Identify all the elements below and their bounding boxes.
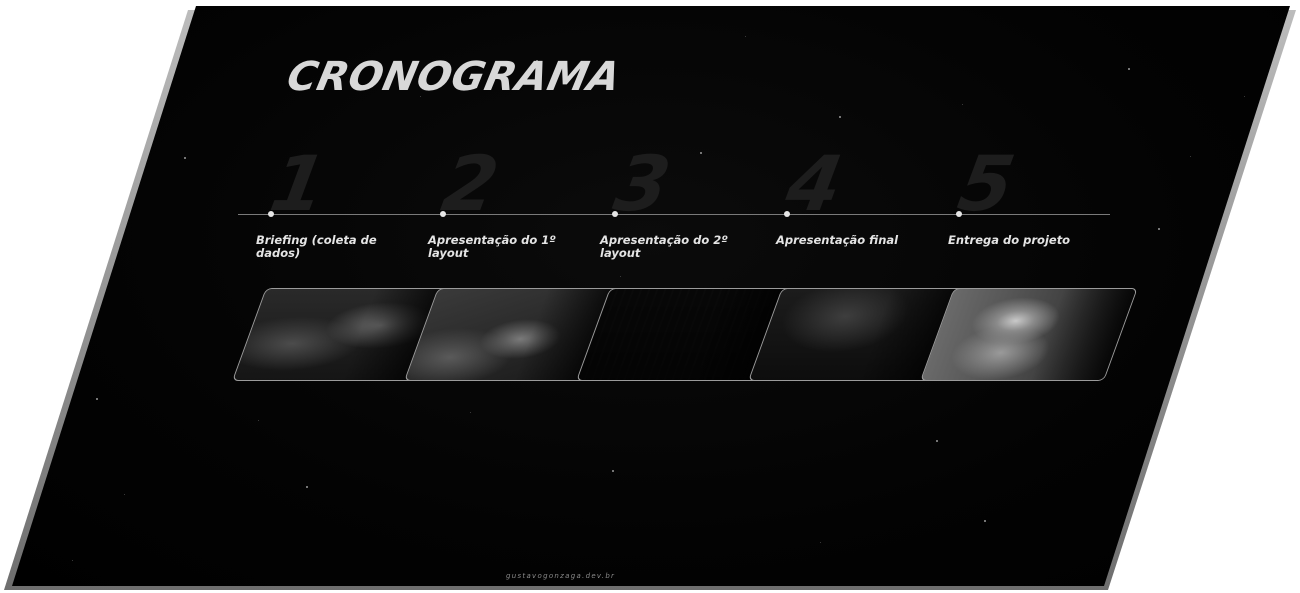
- star-decoration: [745, 36, 746, 37]
- step-label: Apresentação final: [776, 233, 899, 247]
- timeline-dot: [268, 211, 274, 217]
- star-decoration: [258, 420, 259, 421]
- star-decoration: [936, 440, 938, 442]
- star-decoration: [1244, 96, 1245, 97]
- star-decoration: [1128, 68, 1130, 70]
- footer-url: gustavogonzaga.dev.br: [506, 572, 616, 580]
- star-decoration: [306, 486, 308, 488]
- star-decoration: [1190, 156, 1191, 157]
- star-decoration: [984, 520, 986, 522]
- photo-fade: [921, 289, 1137, 380]
- timeline-dot: [612, 211, 618, 217]
- step-label: Entrega do projeto: [948, 233, 1071, 247]
- star-decoration: [72, 560, 73, 561]
- star-decoration: [839, 116, 841, 118]
- star-decoration: [962, 104, 963, 105]
- presentation-slide: CRONOGRAMA 1 Briefing (coleta de dados) …: [0, 0, 1300, 593]
- star-decoration: [612, 470, 614, 472]
- star-decoration: [470, 412, 471, 413]
- page-title: CRONOGRAMA: [283, 54, 625, 100]
- step-label: Apresentação do 1º layout: [428, 233, 556, 260]
- timeline-dot: [784, 211, 790, 217]
- star-decoration: [820, 542, 821, 543]
- star-decoration: [700, 152, 702, 154]
- step-label: Apresentação do 2º layout: [600, 233, 728, 260]
- star-decoration: [124, 494, 125, 495]
- timeline-dot: [440, 211, 446, 217]
- star-decoration: [1158, 228, 1160, 230]
- star-decoration: [620, 276, 621, 277]
- star-decoration: [96, 398, 98, 400]
- star-decoration: [184, 157, 186, 159]
- timeline-dot: [956, 211, 962, 217]
- step-label: Briefing (coleta de dados): [256, 233, 377, 260]
- step-photo: [920, 288, 1138, 381]
